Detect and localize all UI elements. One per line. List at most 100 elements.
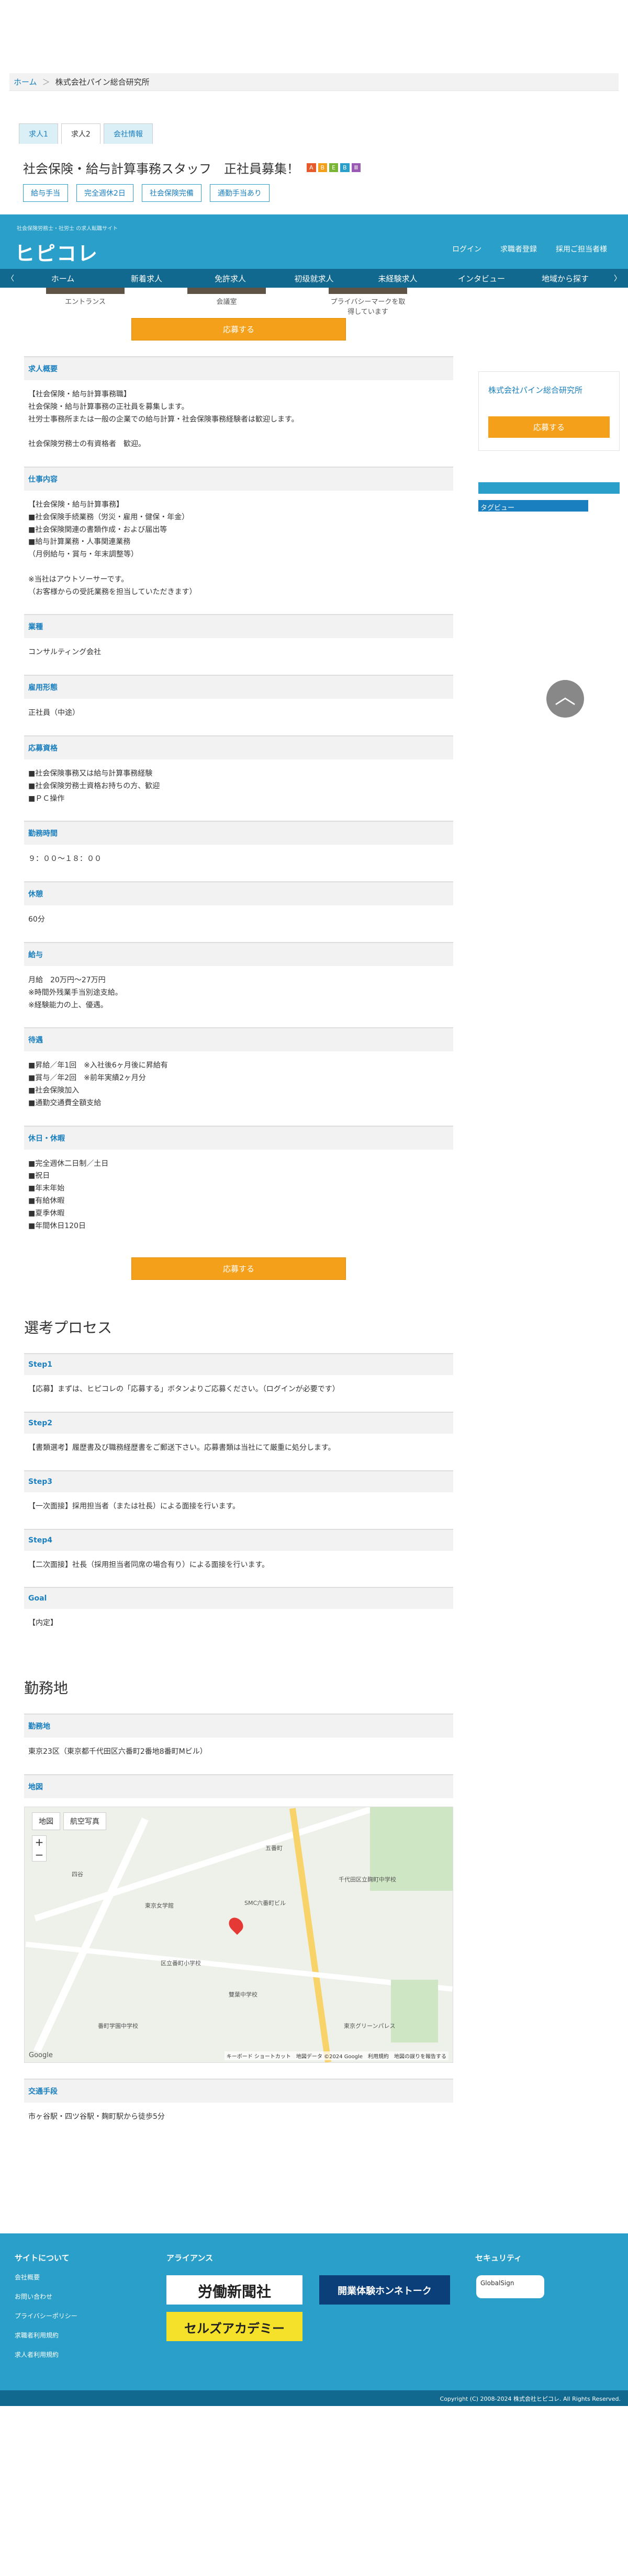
section-head: 休憩 — [24, 881, 453, 906]
job-title-row: 社会保険・給与計算事務スタッフ 正社員募集！ ABEBⅢ — [23, 158, 628, 177]
breadcrumb-current: 株式会社パイン総合研究所 — [55, 77, 150, 87]
breadcrumb-separator: ＞ — [42, 77, 50, 87]
job-badge: B — [340, 163, 350, 172]
map-section: 地図 地図 航空写真 + − 五番町 SMC六番町ビル 東京女学館 区立番町小学… — [24, 1774, 453, 2063]
sidebar-banner[interactable] — [478, 482, 620, 494]
main-column: エントランス 会議室 プライバシーマークを取得しています 応募する 求人概要 【社… — [24, 288, 453, 2124]
apply-button-bottom[interactable]: 応募する — [131, 1257, 346, 1280]
photo-privacy-mark: プライバシーマークを取得しています — [329, 288, 407, 316]
footer-alliance: アライアンス — [166, 2252, 213, 2273]
footer: サイトについて 会社概要 お問い合わせ プライバシーポリシー 求職者利用規約 求… — [0, 2233, 628, 2406]
apply-button-top[interactable]: 応募する — [131, 318, 346, 341]
map-type-controls: 地図 航空写真 — [32, 1812, 106, 1831]
footer-site-head: サイトについて — [15, 2253, 70, 2263]
access-body: 市ヶ谷駅・四ツ谷駅・麹町駅から徒歩5分 — [28, 2113, 165, 2121]
map-label: 番町学園中学校 — [98, 2023, 138, 2030]
tab-job2[interactable]: 求人2 — [61, 123, 100, 144]
job-section: 休日・休暇 ■完全週休二日制／土日 ■祝日 ■年末年始 ■有給休暇 ■夏季休暇 ■… — [24, 1125, 453, 1233]
section-body: 60分 — [28, 915, 45, 924]
job-section: 仕事内容 【社会保険・給与計算事務】 ■社会保険手続業務（労災・雇用・健保・年金）… — [24, 466, 453, 598]
footer-link[interactable]: 会社概要 — [15, 2273, 77, 2282]
nav-inexperienced[interactable]: 未経験求人 — [356, 273, 440, 284]
map-label: 雙葉中学校 — [229, 1991, 257, 1999]
zoom-in-icon[interactable]: + — [32, 1836, 46, 1848]
tag-insurance[interactable]: 社会保険完備 — [141, 184, 201, 202]
section-head: 休日・休暇 — [24, 1125, 453, 1150]
footer-link[interactable]: プライバシーポリシー — [15, 2311, 77, 2320]
job-section: 雇用形態 正社員（中途） — [24, 675, 453, 720]
nav-interview[interactable]: インタビュー — [440, 273, 523, 284]
step-head: Step2 — [24, 1412, 453, 1434]
job-badge: Ⅲ — [351, 163, 361, 172]
job-section: 業種 コンサルティング会社 — [24, 614, 453, 659]
register-link[interactable]: 求職者登録 — [500, 244, 537, 254]
google-logo: Google — [29, 2051, 53, 2060]
job-section: 待遇 ■昇給／年1回 ※入社後6ヶ月後に昇給有 ■賞与／年2回 ※前年実績2ヶ月分… — [24, 1027, 453, 1109]
access-head: 交通手段 — [24, 2079, 453, 2103]
section-body: ■完全週休二日制／土日 ■祝日 ■年末年始 ■有給休暇 ■夏季休暇 ■年間休日1… — [28, 1159, 109, 1230]
map-footer[interactable]: キーボード ショートカット 地図データ ©2024 Google 利用規約 地図… — [224, 2051, 448, 2061]
location-body: 東京23区（東京都千代田区六番町2番地8番町Mビル） — [28, 1747, 207, 1756]
main-nav: 〈 ホーム 新着求人 免許求人 初级就求人 未経験求人 インタビュー 地域から探… — [0, 269, 628, 288]
tag-salary[interactable]: 給与手当 — [23, 184, 68, 202]
nav-entry[interactable]: 初级就求人 — [272, 273, 356, 284]
section-head: 勤務時間 — [24, 821, 453, 845]
map-label: 四谷 — [72, 1871, 83, 1878]
selection-title: 選考プロセス — [24, 1319, 113, 1337]
location-head: 勤務地 — [24, 1713, 453, 1738]
footer-link[interactable]: お問い合わせ — [15, 2292, 77, 2301]
site-logo[interactable]: ヒピコレ — [15, 237, 98, 266]
scroll-to-top-icon[interactable]: ︿ — [546, 680, 584, 718]
copyright: Copyright (C) 2008-2024 株式会社ヒピコレ. All Ri… — [0, 2390, 628, 2406]
job-section: 応募資格 ■社会保険事務又は給与計算事務経験 ■社会保険労務士資格お持ちの方、歓迎… — [24, 735, 453, 805]
map-label: SMC六番町ビル — [244, 1900, 286, 1907]
breadcrumb-home[interactable]: ホーム — [14, 76, 37, 87]
nav-next-icon[interactable]: 〉 — [607, 273, 628, 283]
map-label: 千代田区立麹町中学校 — [339, 1876, 396, 1883]
section-body: 【社会保険・給与計算事務職】 社会保険・給与計算事務の正社員を募集します。 社労… — [28, 390, 299, 449]
alliance-logo[interactable]: セルズアカデミー — [166, 2311, 302, 2341]
step-body: 【内定】 — [28, 1619, 58, 1628]
map[interactable]: 地図 航空写真 + − 五番町 SMC六番町ビル 東京女学館 区立番町小学校 四… — [24, 1807, 453, 2063]
login-link[interactable]: ログイン — [452, 244, 481, 254]
sidebar-company-name[interactable]: 株式会社パイン総合研究所 — [488, 384, 610, 395]
employer-link[interactable]: 採用ご担当者様 — [556, 244, 607, 254]
job-section: 求人概要【社会保険・給与計算事務職】 社会保険・給与計算事務の正社員を募集します… — [24, 356, 453, 451]
job-section: 給与 月給 20万円〜27万円 ※時間外残業手当別途支給。 ※経験能力の上、優遇。 — [24, 941, 453, 1012]
step-head: Step3 — [24, 1470, 453, 1492]
sidebar-apply-button[interactable]: 応募する — [488, 416, 610, 438]
step-head: Step4 — [24, 1528, 453, 1551]
alliance-logo[interactable]: 労働新聞社 — [166, 2275, 302, 2305]
zoom-out-icon[interactable]: − — [32, 1848, 46, 1861]
job-badge: E — [329, 163, 339, 172]
sidebar: 株式会社パイン総合研究所 応募する タグビュー — [478, 288, 620, 2124]
tab-job1[interactable]: 求人1 — [19, 123, 58, 144]
content: エントランス 会議室 プライバシーマークを取得しています 応募する 求人概要 【社… — [0, 288, 628, 2124]
map-type-satellite-button[interactable]: 航空写真 — [63, 1812, 106, 1831]
top-spacer — [0, 0, 628, 73]
footer-link[interactable]: 求人者利用規約 — [15, 2350, 77, 2359]
footer-link[interactable]: 求職者利用規約 — [15, 2331, 77, 2340]
tab-company[interactable]: 会社情報 — [103, 123, 153, 144]
nav-new[interactable]: 新着求人 — [105, 273, 188, 284]
section-head: 求人概要 — [24, 356, 453, 380]
map-pin-icon — [226, 1914, 246, 1935]
selection-step: Step1 【応募】まずは、ヒピコレの「応募する」ボタンよりご応募ください。（ログ… — [24, 1353, 453, 1396]
nav-prev-icon[interactable]: 〈 — [0, 273, 21, 283]
nav-license[interactable]: 免許求人 — [188, 273, 272, 284]
selection-steps: Step1 【応募】まずは、ヒピコレの「応募する」ボタンよりご応募ください。（ログ… — [24, 1353, 453, 1630]
alliance-logo[interactable]: 開業体験ホンネトーク — [319, 2275, 450, 2305]
selection-step: Step2 【書類選考】履歴書及び職務経歴書をご郵送下さい。応募書類は当社にて厳重… — [24, 1412, 453, 1455]
tag-holiday[interactable]: 完全週休2日 — [76, 184, 133, 202]
sidebar-banner-2[interactable]: タグビュー — [478, 500, 588, 512]
nav-home[interactable]: ホーム — [21, 273, 105, 284]
nav-region[interactable]: 地域から探す — [523, 273, 607, 284]
tag-commute[interactable]: 通勤手当あり — [209, 184, 270, 202]
map-label: 区立番町小学校 — [161, 1960, 201, 1967]
section-head: 待遇 — [24, 1027, 453, 1052]
map-type-map-button[interactable]: 地図 — [32, 1812, 60, 1831]
job-section: 勤務時間 ９：００〜１８：００ — [24, 821, 453, 866]
step-body: 【書類選考】履歴書及び職務経歴書をご郵送下さい。応募書類は当社にて厳重に処分しま… — [28, 1444, 335, 1452]
hero-strip — [0, 214, 628, 221]
ssl-seal-icon[interactable]: GlobalSign — [476, 2275, 544, 2298]
